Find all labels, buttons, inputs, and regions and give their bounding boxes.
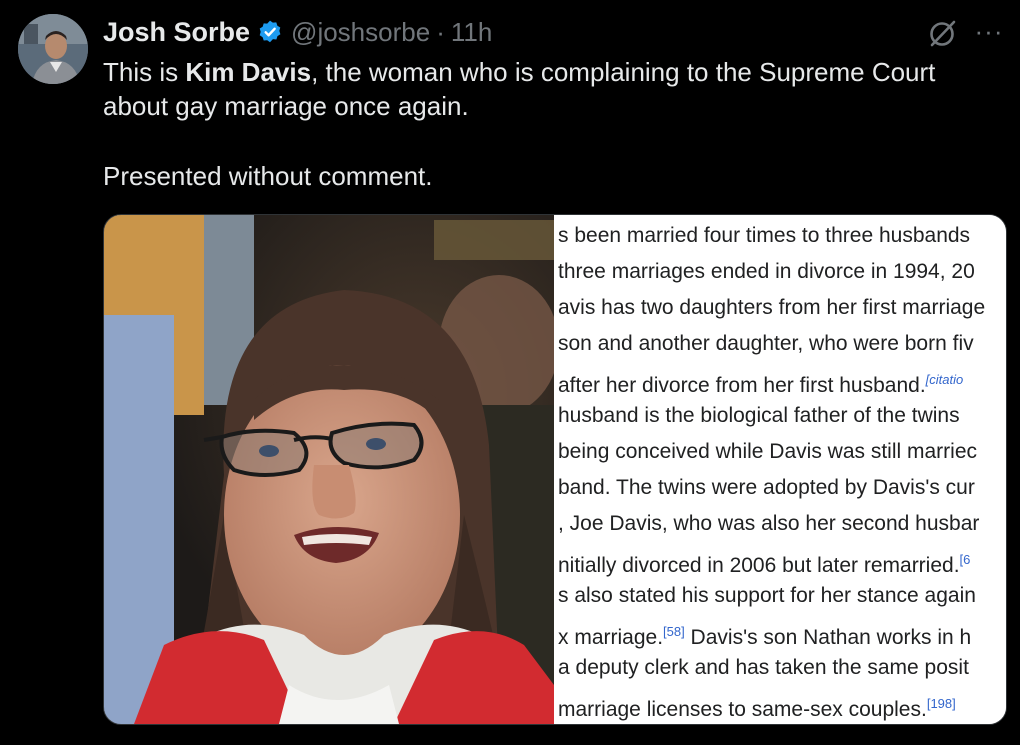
tweet-text: This is Kim Davis, the woman who is comp… xyxy=(103,55,1003,193)
wiki-citation-link[interactable]: [58] xyxy=(663,624,685,639)
header-separator: · xyxy=(436,16,445,47)
author-name[interactable]: Josh Sorbe xyxy=(103,17,250,48)
timestamp[interactable]: 11h xyxy=(451,17,492,48)
wiki-excerpt-line: after her divorce from her first husband… xyxy=(558,367,963,399)
wiki-excerpt-line: , Joe Davis, who was also her second hus… xyxy=(558,511,979,537)
wiki-line-text: after her divorce from her first husband… xyxy=(558,374,926,397)
grok-icon[interactable] xyxy=(925,17,959,51)
tweet-text-bold-name: Kim Davis xyxy=(185,57,312,87)
more-options-icon[interactable]: ··· xyxy=(972,14,1006,48)
wiki-line-text: a deputy clerk and has taken the same po… xyxy=(558,656,969,679)
wiki-citation-link[interactable]: [198] xyxy=(927,696,956,711)
wiki-line-text: three marriages ended in divorce in 1994… xyxy=(558,260,975,283)
wiki-citation-link[interactable]: [citatio xyxy=(926,372,964,387)
wiki-excerpt-line: nitially divorced in 2006 but later rema… xyxy=(558,547,970,579)
wiki-excerpt-line: being conceived while Davis was still ma… xyxy=(558,439,977,465)
wiki-line-text: son and another daughter, who were born … xyxy=(558,332,974,355)
media-photo[interactable] xyxy=(104,215,554,724)
photo-image xyxy=(104,215,554,724)
wiki-line-text: , Joe Davis, who was also her second hus… xyxy=(558,512,980,535)
wiki-line-text: husband is the biological father of the … xyxy=(558,404,960,427)
tweet-text-prefix: This is xyxy=(103,57,186,87)
tweet-header: Josh Sorbe @joshsorbe · 11h xyxy=(103,15,492,49)
wiki-excerpt-line: s also stated his support for her stance… xyxy=(558,583,976,609)
wiki-line-text: band. The twins were adopted by Davis's … xyxy=(558,476,975,499)
author-handle[interactable]: @joshsorbe xyxy=(291,17,430,48)
wiki-excerpt-line: x marriage.[58] Davis's son Nathan works… xyxy=(558,619,971,651)
wiki-line-text: x marriage. xyxy=(558,626,664,649)
wiki-excerpt-line: avis has two daughters from her first ma… xyxy=(558,295,985,321)
wiki-excerpt-line: three marriages ended in divorce in 1994… xyxy=(558,259,975,285)
wiki-line-text: marriage licenses to same-sex couples. xyxy=(558,698,927,721)
wiki-line-text: s also stated his support for her stance… xyxy=(558,584,976,607)
wiki-excerpt-line: son and another daughter, who were born … xyxy=(558,331,974,357)
wiki-citation-link[interactable]: [6 xyxy=(960,552,971,567)
wiki-line-text: s been married four times to three husba… xyxy=(558,224,971,247)
avatar-image xyxy=(18,14,88,84)
wikipedia-excerpt: s been married four times to three husba… xyxy=(554,215,1006,724)
tweet-line-1: This is Kim Davis, the woman who is comp… xyxy=(103,55,1003,89)
tweet-text-suffix: , the woman who is complaining to the Su… xyxy=(311,57,936,87)
wiki-line-text: avis has two daughters from her first ma… xyxy=(558,296,986,319)
tweet-line-3: Presented without comment. xyxy=(103,161,433,191)
wiki-excerpt-line: band. The twins were adopted by Davis's … xyxy=(558,475,975,501)
wiki-line-text: being conceived while Davis was still ma… xyxy=(558,440,977,463)
wiki-line-text-after: Davis's son Nathan works in h xyxy=(684,626,972,649)
author-avatar[interactable] xyxy=(18,14,88,84)
wiki-line-text: nitially divorced in 2006 but later rema… xyxy=(558,554,960,577)
wiki-excerpt-line: husband is the biological father of the … xyxy=(558,403,960,429)
verified-badge-icon xyxy=(257,19,283,45)
tweet-line-2: about gay marriage once again. xyxy=(103,91,469,121)
wiki-excerpt-line: s been married four times to three husba… xyxy=(558,223,970,249)
tweet-media[interactable]: s been married four times to three husba… xyxy=(103,214,1007,725)
wiki-excerpt-line: a deputy clerk and has taken the same po… xyxy=(558,655,969,681)
wiki-excerpt-line: marriage licenses to same-sex couples.[1… xyxy=(558,691,956,723)
